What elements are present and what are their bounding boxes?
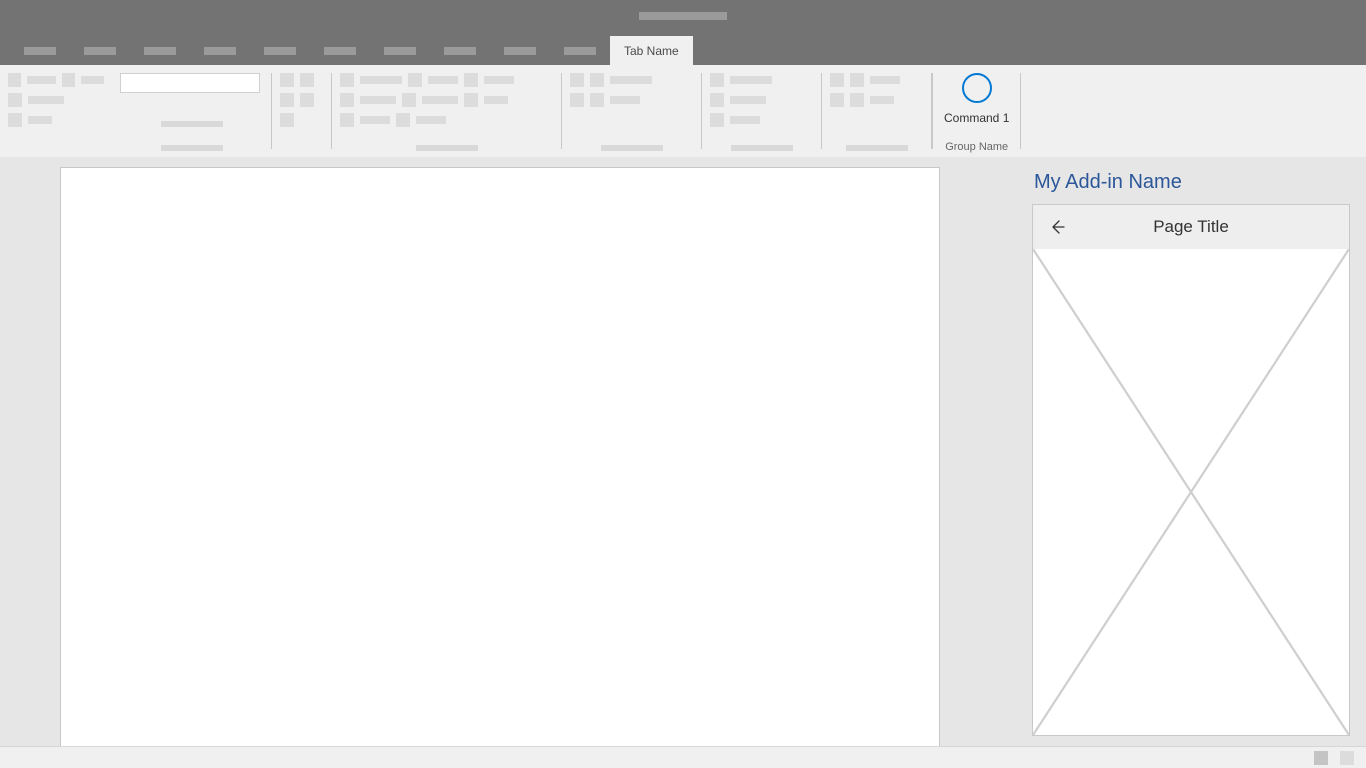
ribbon-tab-placeholder[interactable] [550, 36, 610, 65]
task-pane-frame: Page Title [1032, 204, 1350, 736]
circle-icon [962, 73, 992, 103]
back-button[interactable] [1047, 217, 1067, 237]
command-1-button[interactable]: Command 1 [944, 69, 1009, 141]
ribbon-group-placeholder [822, 65, 932, 157]
task-pane-body [1033, 249, 1349, 735]
ribbon-tab-placeholder[interactable] [370, 36, 430, 65]
document-title-placeholder [639, 12, 727, 20]
placeholder-x-icon [1033, 249, 1349, 735]
ribbon-tab-placeholder[interactable] [490, 36, 550, 65]
title-bar [0, 0, 1366, 32]
ribbon-tab-placeholder[interactable] [70, 36, 130, 65]
ribbon-tab-strip: Tab Name [0, 32, 1366, 65]
ribbon-group-name: Group Name [945, 141, 1008, 155]
workspace: My Add-in Name Page Title [0, 157, 1366, 746]
ribbon-tab-placeholder[interactable] [250, 36, 310, 65]
ribbon-group-addin: Command 1 Group Name [932, 65, 1021, 157]
arrow-left-icon [1049, 219, 1065, 235]
ribbon-tab-placeholder[interactable] [190, 36, 250, 65]
command-1-label: Command 1 [944, 111, 1009, 125]
ribbon-tab-active[interactable]: Tab Name [610, 36, 693, 65]
ribbon: Command 1 Group Name [0, 65, 1366, 157]
task-pane-title: My Add-in Name [1032, 171, 1350, 194]
ribbon-tab-placeholder[interactable] [130, 36, 190, 65]
ribbon-tab-placeholder[interactable] [430, 36, 490, 65]
document-page[interactable] [60, 167, 940, 746]
ribbon-group-placeholder [112, 65, 272, 157]
ribbon-group-placeholder [562, 65, 702, 157]
ribbon-tab-placeholder[interactable] [10, 36, 70, 65]
status-bar [0, 746, 1366, 768]
ribbon-group-placeholder [0, 65, 112, 157]
ribbon-group-placeholder [702, 65, 822, 157]
task-pane-page-title: Page Title [1033, 217, 1349, 237]
document-area[interactable] [0, 157, 1016, 746]
view-button-placeholder[interactable] [1314, 751, 1328, 765]
ribbon-group-placeholder [272, 65, 332, 157]
view-button-placeholder[interactable] [1340, 751, 1354, 765]
ribbon-group-placeholder [332, 65, 562, 157]
ribbon-tab-label: Tab Name [624, 44, 679, 58]
task-pane-header: Page Title [1033, 205, 1349, 249]
task-pane: My Add-in Name Page Title [1016, 157, 1366, 746]
ribbon-tab-placeholder[interactable] [310, 36, 370, 65]
